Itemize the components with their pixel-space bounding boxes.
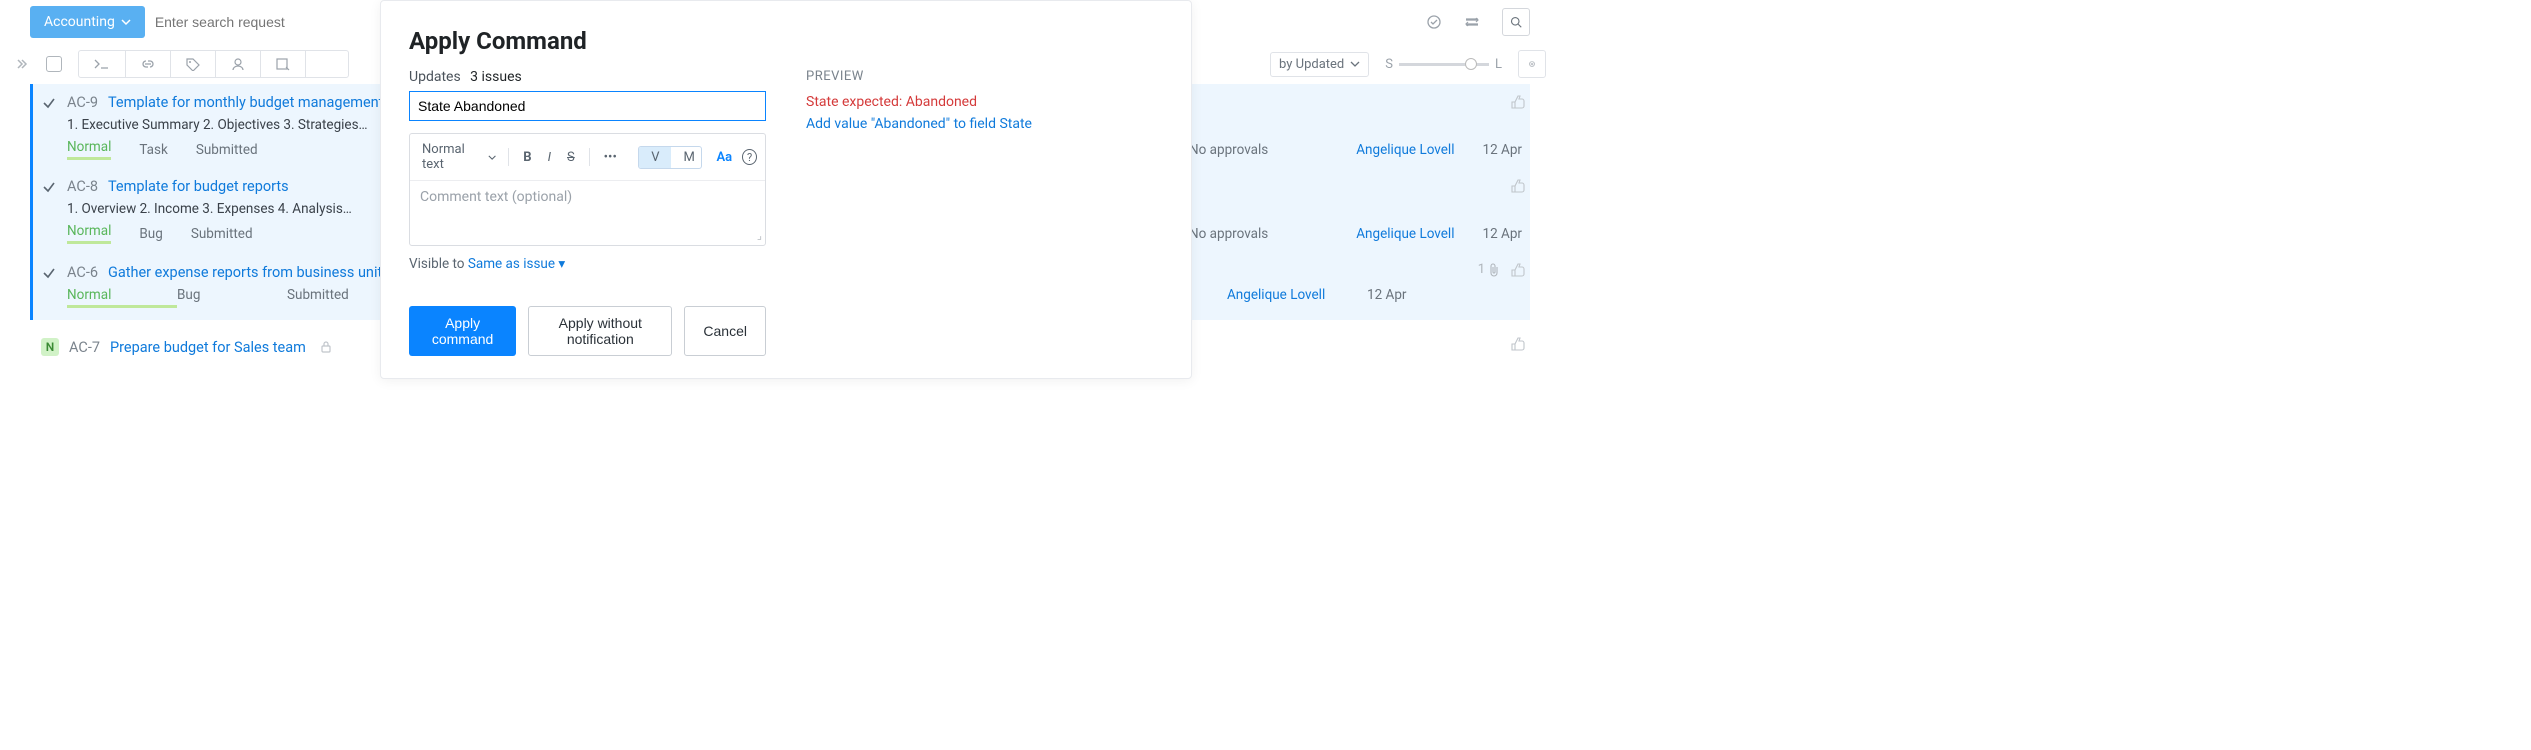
chevron-down-icon bbox=[1350, 59, 1360, 69]
text-format-icon[interactable]: Aa bbox=[716, 150, 732, 165]
project-selector[interactable]: Accounting bbox=[30, 6, 145, 38]
assignee-link[interactable]: Angelique Lovell bbox=[1356, 226, 1454, 242]
slider-thumb[interactable] bbox=[1465, 58, 1477, 70]
new-badge: N bbox=[41, 338, 59, 356]
issue-id[interactable]: AC-7 bbox=[69, 339, 100, 356]
visibility-value: Same as issue bbox=[468, 256, 555, 272]
command-icon[interactable] bbox=[79, 51, 126, 77]
issue-id[interactable]: AC-8 bbox=[67, 178, 98, 195]
issue-title[interactable]: Gather expense reports from business uni… bbox=[108, 264, 390, 281]
link-icon[interactable] bbox=[126, 51, 171, 77]
comment-placeholder: Comment text (optional) bbox=[420, 189, 572, 205]
attachment-count-value: 1 bbox=[1478, 262, 1485, 277]
issue-title[interactable]: Template for monthly budget management bbox=[108, 94, 383, 111]
paperclip-icon bbox=[1488, 263, 1500, 277]
resize-handle-icon[interactable]: ⌟ bbox=[757, 229, 762, 242]
updates-summary: Updates 3 issues bbox=[409, 69, 766, 85]
sort-label-text: by Updated bbox=[1279, 57, 1344, 72]
sort-selector[interactable]: by Updated bbox=[1270, 52, 1369, 77]
text-style-select[interactable]: Normal text bbox=[418, 140, 500, 174]
preview-heading: PREVIEW bbox=[806, 69, 1163, 84]
strike-button[interactable]: S bbox=[561, 148, 581, 167]
checklist-icon[interactable] bbox=[1420, 8, 1448, 36]
checkmark-icon[interactable] bbox=[41, 179, 57, 195]
lock-icon bbox=[320, 340, 332, 354]
issue-title[interactable]: Prepare budget for Sales team bbox=[110, 339, 306, 356]
settings-sliders-icon[interactable] bbox=[1458, 8, 1486, 36]
visual-mode-button[interactable]: V bbox=[639, 147, 671, 168]
dialog-title: Apply Command bbox=[409, 27, 1163, 55]
topbar-actions bbox=[1420, 8, 1530, 36]
visibility-label: Visible to bbox=[409, 256, 464, 272]
preview-error-text: State expected: Abandoned bbox=[806, 94, 1163, 110]
size-min-label: S bbox=[1385, 57, 1393, 72]
more-format-button[interactable]: ••• bbox=[598, 148, 623, 167]
comment-textarea[interactable]: Comment text (optional) ⌟ bbox=[410, 181, 765, 245]
state-field[interactable]: Submitted bbox=[191, 226, 253, 242]
updates-count: 3 issues bbox=[470, 69, 522, 85]
view-mode-toggle: V M bbox=[638, 146, 702, 169]
approvals-field: No approvals bbox=[1189, 226, 1268, 242]
priority-field[interactable]: Normal bbox=[67, 139, 111, 160]
command-input[interactable] bbox=[409, 91, 766, 121]
comment-editor: Normal text B I S ••• V M Aa ? bbox=[409, 133, 766, 246]
expand-sidebar-icon[interactable] bbox=[14, 57, 28, 71]
date-field: 12 Apr bbox=[1483, 226, 1523, 242]
attachment-count[interactable]: 1 bbox=[1478, 262, 1500, 277]
priority-field[interactable]: Normal bbox=[67, 287, 177, 308]
project-label: Accounting bbox=[44, 14, 115, 30]
issue-title[interactable]: Template for budget reports bbox=[108, 178, 289, 195]
assignee-icon[interactable] bbox=[216, 51, 261, 77]
preview-suggestion-link[interactable]: Add value "Abandoned" to field State bbox=[806, 116, 1163, 132]
size-max-label: L bbox=[1495, 57, 1502, 72]
slider-track[interactable] bbox=[1399, 63, 1489, 66]
vote-icon[interactable] bbox=[1510, 336, 1526, 352]
visibility-select[interactable]: Same as issue ▾ bbox=[468, 256, 565, 272]
move-icon[interactable] bbox=[261, 51, 306, 77]
select-all-checkbox[interactable] bbox=[46, 56, 62, 72]
date-field: 12 Apr bbox=[1367, 287, 1427, 308]
apply-command-button[interactable]: Apply command bbox=[409, 306, 516, 356]
help-icon[interactable]: ? bbox=[742, 149, 757, 165]
type-field[interactable]: Bug bbox=[177, 287, 287, 308]
assignee-link[interactable]: Angelique Lovell bbox=[1227, 287, 1367, 308]
italic-button[interactable]: I bbox=[542, 148, 557, 167]
chevron-down-icon bbox=[488, 153, 496, 162]
priority-field[interactable]: Normal bbox=[67, 223, 111, 244]
vote-icon[interactable] bbox=[1510, 178, 1526, 194]
updates-label: Updates bbox=[409, 69, 461, 85]
more-actions-icon[interactable] bbox=[306, 51, 348, 77]
state-field[interactable]: Submitted bbox=[196, 142, 258, 158]
text-style-label: Normal text bbox=[422, 142, 484, 172]
card-size-slider[interactable]: S L bbox=[1385, 57, 1502, 72]
tag-icon[interactable] bbox=[171, 51, 216, 77]
issue-id[interactable]: AC-9 bbox=[67, 94, 98, 111]
apply-silent-button[interactable]: Apply without notification bbox=[528, 306, 672, 356]
chevron-down-icon bbox=[121, 17, 131, 27]
issue-id[interactable]: AC-6 bbox=[67, 264, 98, 281]
type-field[interactable]: Bug bbox=[139, 226, 162, 242]
date-field: 12 Apr bbox=[1483, 142, 1523, 158]
approvals-field: No approvals bbox=[1189, 142, 1268, 158]
bold-button[interactable]: B bbox=[517, 148, 537, 167]
dialog-actions: Apply command Apply without notification… bbox=[409, 306, 766, 356]
type-field[interactable]: Task bbox=[139, 142, 167, 158]
vote-icon[interactable] bbox=[1510, 262, 1526, 278]
markdown-mode-button[interactable]: M bbox=[671, 147, 702, 168]
assignee-link[interactable]: Angelique Lovell bbox=[1356, 142, 1454, 158]
cancel-button[interactable]: Cancel bbox=[684, 306, 766, 356]
visibility-row: Visible to Same as issue ▾ bbox=[409, 256, 766, 272]
vote-icon[interactable] bbox=[1510, 94, 1526, 110]
bulk-action-group bbox=[78, 50, 349, 78]
gear-icon[interactable] bbox=[1518, 50, 1546, 78]
checkmark-icon[interactable] bbox=[41, 265, 57, 281]
search-icon[interactable] bbox=[1502, 8, 1530, 36]
apply-command-dialog: Apply Command Updates 3 issues Normal te… bbox=[380, 0, 1192, 379]
checkmark-icon[interactable] bbox=[41, 95, 57, 111]
